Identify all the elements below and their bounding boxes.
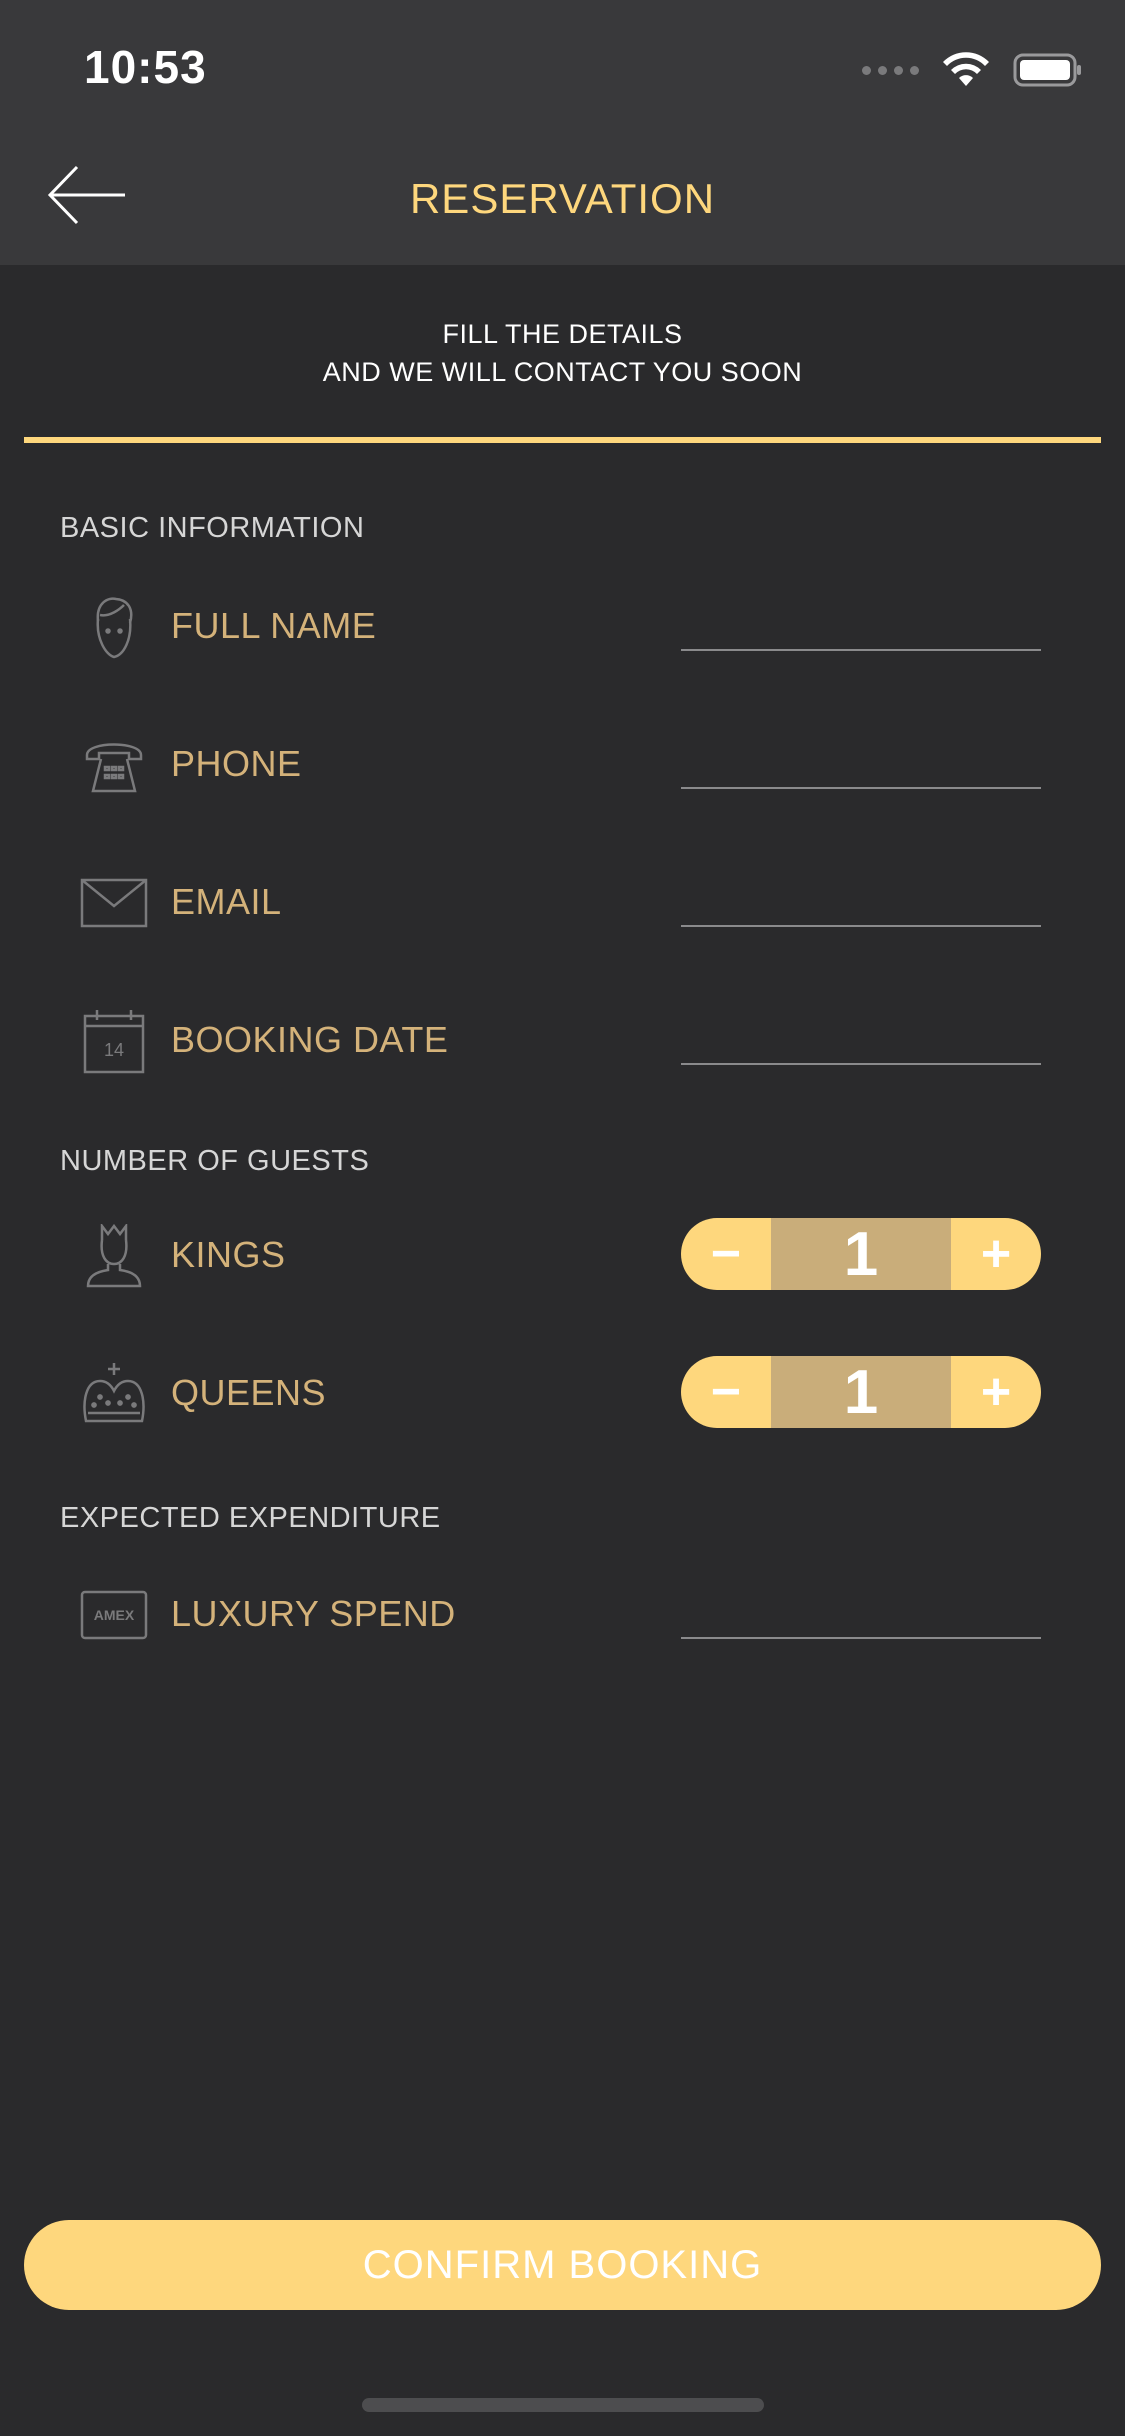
queens-count: 1: [771, 1356, 951, 1428]
queens-row: QUEENS − 1 +: [0, 1352, 1125, 1432]
full-name-label: FULL NAME: [171, 605, 377, 646]
confirm-booking-button[interactable]: CONFIRM BOOKING: [24, 2220, 1101, 2310]
status-icons: [862, 50, 1083, 90]
kings-increment-button[interactable]: +: [951, 1218, 1041, 1290]
intro-line-2: AND WE WILL CONTACT YOU SOON: [322, 357, 803, 387]
kings-stepper: − 1 +: [681, 1218, 1041, 1290]
luxury-spend-row: AMEX LUXURY SPEND: [0, 1573, 1125, 1653]
section-basic-information: BASIC INFORMATION: [60, 512, 365, 544]
page-title: RESERVATION: [409, 175, 716, 222]
full-name-row: FULL NAME: [0, 585, 1125, 665]
top-bar: 10:53 RESERVATION: [0, 0, 1125, 265]
home-indicator[interactable]: [362, 2398, 764, 2412]
status-time: 10:53: [84, 41, 207, 93]
queens-label: QUEENS: [171, 1372, 327, 1413]
booking-date-row: 14 BOOKING DATE: [0, 999, 1125, 1079]
luxury-spend-input[interactable]: [681, 1595, 1041, 1639]
envelope-icon: [80, 869, 148, 937]
queens-stepper: − 1 +: [681, 1356, 1041, 1428]
crown-icon: [80, 1360, 148, 1428]
amex-card-icon: AMEX: [80, 1581, 148, 1649]
wifi-icon: [943, 52, 989, 86]
cellular-signal-icon: [862, 65, 919, 75]
kings-count: 1: [771, 1218, 951, 1290]
email-row: EMAIL: [0, 861, 1125, 941]
phone-label: PHONE: [171, 743, 302, 784]
header-divider: [24, 437, 1101, 443]
intro-text: FILL THE DETAILS AND WE WILL CONTACT YOU…: [0, 315, 1125, 391]
queens-increment-button[interactable]: +: [951, 1356, 1041, 1428]
reservation-screen: 10:53 RESERVATION FILL THE DETAILS AND W…: [0, 0, 1125, 2436]
section-expected-expenditure: EXPECTED EXPENDITURE: [60, 1502, 441, 1534]
king-icon: [80, 1222, 148, 1290]
calendar-icon-day: 14: [104, 1040, 124, 1060]
queens-decrement-button[interactable]: −: [681, 1356, 771, 1428]
intro-line-1: FILL THE DETAILS: [442, 319, 683, 349]
amex-card-text: AMEX: [94, 1607, 135, 1623]
section-number-of-guests: NUMBER OF GUESTS: [60, 1145, 370, 1177]
email-input[interactable]: [681, 883, 1041, 927]
kings-label: KINGS: [171, 1234, 286, 1275]
phone-row: PHONE: [0, 723, 1125, 803]
luxury-spend-label: LUXURY SPEND: [171, 1593, 456, 1634]
booking-date-input[interactable]: [681, 1021, 1041, 1065]
phone-input[interactable]: [681, 745, 1041, 789]
full-name-input[interactable]: [681, 607, 1041, 651]
email-label: EMAIL: [171, 881, 282, 922]
person-icon: [80, 593, 148, 661]
kings-row: KINGS − 1 +: [0, 1214, 1125, 1294]
kings-decrement-button[interactable]: −: [681, 1218, 771, 1290]
battery-icon: [1013, 53, 1081, 87]
booking-date-label: BOOKING DATE: [171, 1019, 449, 1060]
calendar-icon: 14: [80, 1007, 148, 1075]
telephone-icon: [80, 731, 148, 799]
